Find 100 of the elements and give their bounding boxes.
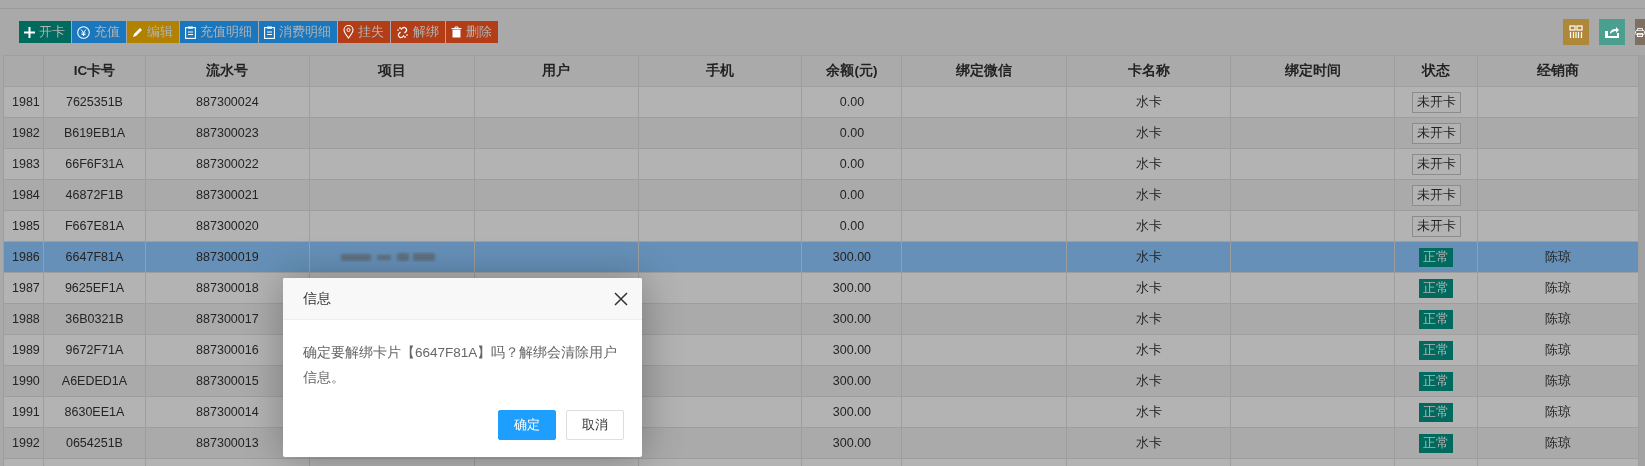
column-header: 用户 [474, 55, 639, 87]
table-cell: 水卡 [1135, 342, 1162, 357]
clipboard-icon [264, 25, 275, 39]
location-pin-icon [343, 25, 354, 39]
status-tag: 正常 [1419, 309, 1454, 329]
table-cell: 300.00 [832, 312, 872, 326]
table-cell: 陈琼 [1545, 342, 1571, 357]
column-header: IC卡号 [43, 55, 146, 87]
table-cell: 300.00 [832, 374, 872, 388]
broken-link-icon [396, 25, 409, 39]
table-cell: 水卡 [1135, 249, 1162, 264]
columns-grid-icon [1569, 25, 1583, 39]
trash-icon [451, 26, 462, 38]
status-tag: 正常 [1419, 340, 1454, 360]
confirm-button[interactable]: 确定 [498, 410, 556, 440]
table-cell: 水卡 [1135, 311, 1162, 326]
table-cell: 水卡 [1135, 280, 1162, 295]
table-cell: 水卡 [1135, 125, 1162, 140]
column-header: 项目 [309, 55, 475, 87]
toolbar-button[interactable]: 充值明细 [180, 21, 258, 43]
column-header: 状态 [1394, 55, 1478, 87]
table-cell: 水卡 [1135, 218, 1162, 233]
toolbar-button[interactable]: 开卡 [19, 21, 71, 43]
table-cell: 887300021 [196, 188, 259, 202]
column-header: 手机 [638, 55, 802, 87]
plus-icon [24, 26, 35, 38]
table-cell: 陈琼 [1545, 311, 1571, 326]
pencil-icon [132, 26, 143, 38]
table-cell: 0.00 [839, 188, 865, 202]
table-cell: F667E81A [64, 219, 124, 233]
table-cell: B619EB1A [63, 126, 126, 140]
table-cell: 1987 [12, 281, 40, 295]
table-cell: 1992 [12, 436, 40, 450]
table-cell: 水卡 [1135, 156, 1162, 171]
table-cell: 1982 [12, 126, 40, 140]
table-cell: 300.00 [832, 436, 872, 450]
table-cell: 66F6F31A [65, 157, 124, 171]
export-icon [1604, 25, 1620, 39]
toolbar-button[interactable]: 解绑 [391, 21, 445, 43]
toolbar-button[interactable]: 消费明细 [259, 21, 337, 43]
table-cell: 887300020 [196, 219, 259, 233]
status-tag: 正常 [1419, 371, 1454, 391]
dialog-title: 信息 [303, 289, 331, 308]
table-cell: 陈琼 [1545, 249, 1571, 264]
tool-button[interactable] [1563, 19, 1589, 45]
table-cell: 1984 [12, 188, 40, 202]
table-cell: 7625351B [65, 95, 123, 109]
scrollbar[interactable] [1639, 55, 1645, 466]
column-header: 绑定微信 [901, 55, 1067, 87]
table-cell: 9625EF1A [64, 281, 124, 295]
table-cell: 887300013 [196, 436, 259, 450]
table-cell: 水卡 [1135, 94, 1162, 109]
toolbar-button[interactable]: 挂失 [338, 21, 390, 43]
table-cell: 887300019 [196, 250, 259, 264]
column-header: 余额(元) [802, 55, 902, 87]
table-cell: 887300016 [196, 343, 259, 357]
table-cell: 887300017 [196, 312, 259, 326]
status-tag: 未开卡 [1411, 184, 1461, 206]
toolbar-button[interactable]: 删除 [446, 21, 498, 43]
table-cell: 1988 [12, 312, 40, 326]
table-cell: 887300015 [196, 374, 259, 388]
status-tag: 未开卡 [1411, 91, 1461, 113]
table-cell: 36B0321B [65, 312, 124, 326]
toolbar-button[interactable]: 编辑 [127, 21, 179, 43]
toolbar-button[interactable]: 充值 [72, 21, 126, 43]
table-cell: 0.00 [839, 219, 865, 233]
table-cell: 300.00 [832, 281, 872, 295]
table-cell: 300.00 [832, 250, 872, 264]
table-cell: 陈琼 [1545, 373, 1571, 388]
table-cell: 1986 [12, 250, 40, 264]
status-tag: 未开卡 [1411, 215, 1461, 237]
table-cell: 1991 [12, 405, 40, 419]
column-header: 流水号 [145, 55, 310, 87]
table-cell: 887300023 [196, 126, 259, 140]
table-cell: A6EDED1A [61, 374, 128, 388]
table-cell: 1985 [12, 219, 40, 233]
table-cell: 0.00 [839, 157, 865, 171]
table-cell: 1990 [12, 374, 40, 388]
tool-button[interactable] [1635, 19, 1645, 45]
table-cell: 300.00 [832, 405, 872, 419]
cancel-button[interactable]: 取消 [566, 410, 624, 440]
table-cell: 水卡 [1135, 435, 1162, 450]
close-icon[interactable] [614, 291, 628, 306]
table-cell: 887300024 [196, 95, 259, 109]
status-tag: 正常 [1419, 247, 1454, 267]
table-cell: 0.00 [839, 126, 865, 140]
status-tag: 未开卡 [1411, 122, 1461, 144]
table-cell: 887300014 [196, 405, 259, 419]
table-cell: 0.00 [839, 95, 865, 109]
clipboard-icon [185, 25, 196, 39]
table-cell: 0654251B [65, 436, 123, 450]
yen-icon [77, 25, 90, 39]
table-cell: 陈琼 [1545, 435, 1571, 450]
table-cell: 887300018 [196, 281, 259, 295]
table-cell: 水卡 [1135, 187, 1162, 202]
table-cell: 300.00 [832, 343, 872, 357]
status-tag: 正常 [1419, 433, 1454, 453]
table-cell: 887300022 [196, 157, 259, 171]
tool-button[interactable] [1599, 19, 1625, 45]
dialog-message: 确定要解绑卡片【6647F81A】吗？解绑会清除用户信息。 [303, 345, 618, 385]
